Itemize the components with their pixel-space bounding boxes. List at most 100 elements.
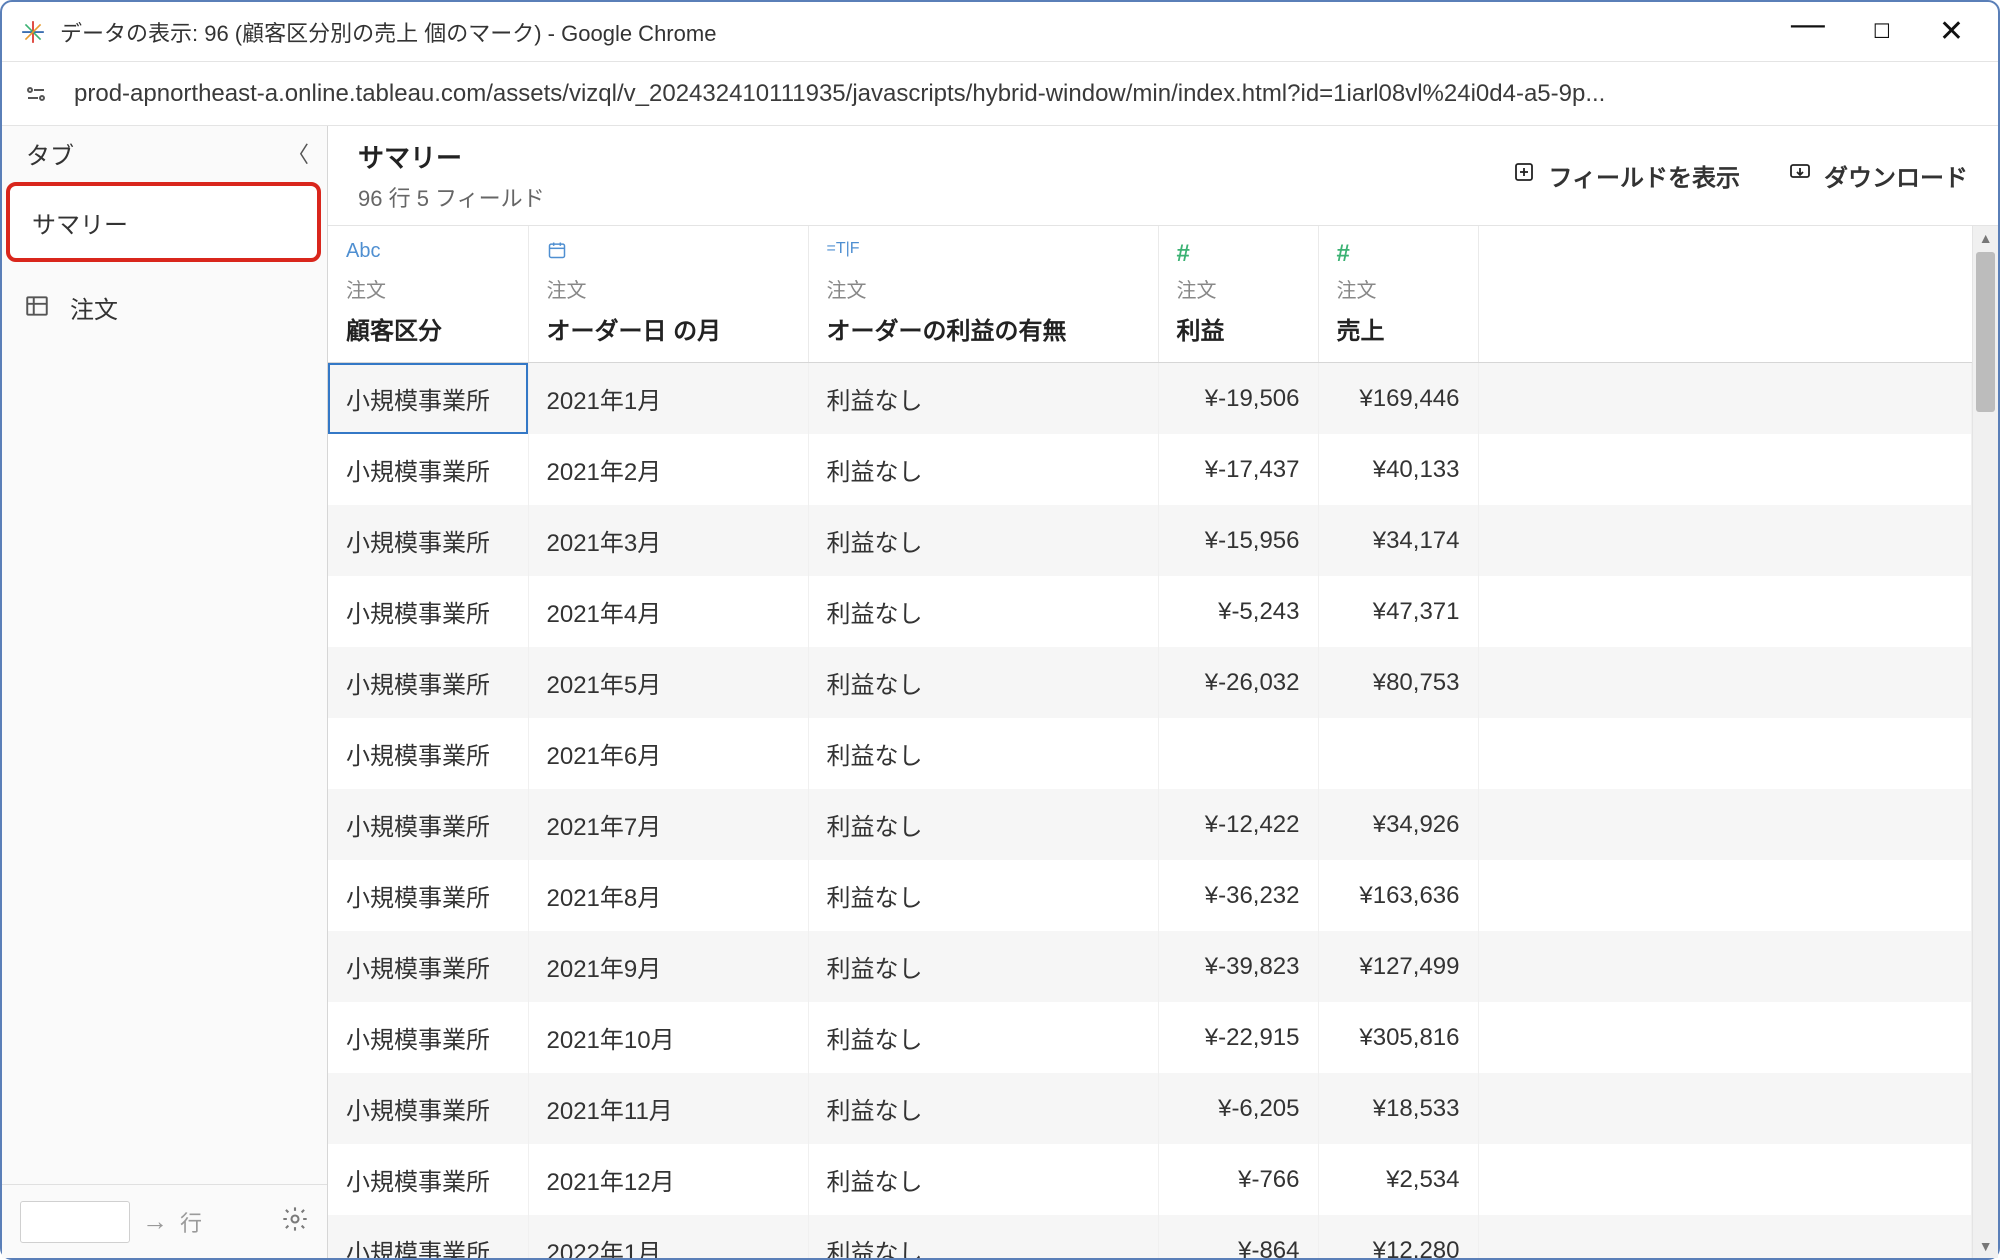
table-cell[interactable]: ¥-17,437 — [1158, 434, 1318, 505]
address-bar[interactable]: prod-apnortheast-a.online.tableau.com/as… — [2, 62, 1998, 126]
table-cell[interactable]: ¥169,446 — [1318, 363, 1478, 435]
table-cell[interactable]: ¥2,534 — [1318, 1144, 1478, 1215]
table-cell[interactable]: 利益なし — [808, 1002, 1158, 1073]
table-cell[interactable]: 小規模事業所 — [328, 1215, 528, 1258]
table-cell[interactable]: 小規模事業所 — [328, 434, 528, 505]
settings-icon[interactable] — [281, 1205, 309, 1238]
table-cell[interactable]: 小規模事業所 — [328, 789, 528, 860]
table-cell[interactable]: 小規模事業所 — [328, 363, 528, 435]
table-row[interactable]: 小規模事業所2021年8月利益なし¥-36,232¥163,636 — [328, 860, 1972, 931]
table-cell[interactable]: ¥163,636 — [1318, 860, 1478, 931]
table-cell[interactable]: ¥-15,956 — [1158, 505, 1318, 576]
table-cell[interactable]: 2021年6月 — [528, 718, 808, 789]
table-cell[interactable]: 小規模事業所 — [328, 1144, 528, 1215]
site-settings-icon[interactable] — [22, 80, 50, 108]
table-cell[interactable]: 小規模事業所 — [328, 1073, 528, 1144]
table-cell[interactable]: 利益なし — [808, 1073, 1158, 1144]
table-cell[interactable]: 2021年1月 — [528, 363, 808, 435]
table-cell[interactable]: 小規模事業所 — [328, 647, 528, 718]
table-cell[interactable]: 利益なし — [808, 363, 1158, 435]
minimize-button[interactable]: — — [1791, 7, 1825, 41]
table-row[interactable]: 小規模事業所2021年1月利益なし¥-19,506¥169,446 — [328, 363, 1972, 435]
table-row[interactable]: 小規模事業所2021年9月利益なし¥-39,823¥127,499 — [328, 931, 1972, 1002]
table-row[interactable]: 小規模事業所2021年2月利益なし¥-17,437¥40,133 — [328, 434, 1972, 505]
table-row[interactable]: 小規模事業所2021年4月利益なし¥-5,243¥47,371 — [328, 576, 1972, 647]
table-cell[interactable]: 2021年10月 — [528, 1002, 808, 1073]
table-cell[interactable]: 2021年3月 — [528, 505, 808, 576]
table-cell[interactable]: 2021年8月 — [528, 860, 808, 931]
table-row[interactable]: 小規模事業所2021年11月利益なし¥-6,205¥18,533 — [328, 1073, 1972, 1144]
table-cell[interactable] — [1318, 718, 1478, 789]
table-cell[interactable]: ¥-864 — [1158, 1215, 1318, 1258]
table-cell[interactable]: ¥-12,422 — [1158, 789, 1318, 860]
table-row[interactable]: 小規模事業所2021年5月利益なし¥-26,032¥80,753 — [328, 647, 1972, 718]
table-cell[interactable]: 利益なし — [808, 434, 1158, 505]
scrollbar-thumb[interactable] — [1976, 252, 1995, 412]
table-cell[interactable]: 2021年7月 — [528, 789, 808, 860]
collapse-sidebar-icon[interactable]: 〈 — [287, 137, 309, 169]
row-number-input[interactable] — [20, 1201, 130, 1243]
table-cell[interactable]: ¥47,371 — [1318, 576, 1478, 647]
table-cell[interactable]: 利益なし — [808, 718, 1158, 789]
table-cell[interactable]: ¥-22,915 — [1158, 1002, 1318, 1073]
table-cell[interactable]: ¥-26,032 — [1158, 647, 1318, 718]
table-cell[interactable]: 利益なし — [808, 1215, 1158, 1258]
table-cell[interactable]: ¥34,174 — [1318, 505, 1478, 576]
table-row[interactable]: 小規模事業所2021年12月利益なし¥-766¥2,534 — [328, 1144, 1972, 1215]
table-cell[interactable]: 利益なし — [808, 789, 1158, 860]
goto-row-icon[interactable]: → — [142, 1206, 168, 1237]
table-row[interactable]: 小規模事業所2021年10月利益なし¥-22,915¥305,816 — [328, 1002, 1972, 1073]
sidebar-tab-orders[interactable]: 注文 — [2, 266, 327, 348]
table-cell[interactable]: 2021年11月 — [528, 1073, 808, 1144]
table-cell[interactable]: 利益なし — [808, 647, 1158, 718]
table-cell[interactable]: 小規模事業所 — [328, 505, 528, 576]
download-button[interactable]: ダウンロード — [1788, 158, 1968, 193]
column-header[interactable]: #注文利益 — [1158, 226, 1318, 363]
show-fields-button[interactable]: フィールドを表示 — [1512, 158, 1740, 193]
table-cell[interactable] — [1158, 718, 1318, 789]
table-cell[interactable]: 小規模事業所 — [328, 576, 528, 647]
column-header[interactable]: =T|F注文オーダーの利益の有無 — [808, 226, 1158, 363]
column-header[interactable]: 注文オーダー日 の月 — [528, 226, 808, 363]
table-cell[interactable]: ¥18,533 — [1318, 1073, 1478, 1144]
table-cell[interactable]: ¥-5,243 — [1158, 576, 1318, 647]
table-cell[interactable]: 2021年5月 — [528, 647, 808, 718]
table-cell[interactable]: 利益なし — [808, 505, 1158, 576]
table-cell[interactable]: 小規模事業所 — [328, 931, 528, 1002]
table-cell[interactable]: 2021年9月 — [528, 931, 808, 1002]
scroll-up-icon[interactable]: ▲ — [1973, 226, 1998, 250]
table-cell[interactable]: ¥-19,506 — [1158, 363, 1318, 435]
table-cell[interactable]: 2021年2月 — [528, 434, 808, 505]
table-cell[interactable]: ¥12,280 — [1318, 1215, 1478, 1258]
table-cell[interactable]: ¥-6,205 — [1158, 1073, 1318, 1144]
table-cell[interactable]: ¥-39,823 — [1158, 931, 1318, 1002]
table-cell[interactable]: ¥80,753 — [1318, 647, 1478, 718]
column-header[interactable]: #注文売上 — [1318, 226, 1478, 363]
table-cell[interactable]: ¥-36,232 — [1158, 860, 1318, 931]
table-cell[interactable]: 2021年4月 — [528, 576, 808, 647]
table-cell[interactable]: 利益なし — [808, 576, 1158, 647]
table-row[interactable]: 小規模事業所2021年3月利益なし¥-15,956¥34,174 — [328, 505, 1972, 576]
table-cell[interactable]: ¥40,133 — [1318, 434, 1478, 505]
table-cell[interactable]: 小規模事業所 — [328, 1002, 528, 1073]
maximize-button[interactable]: ☐ — [1873, 22, 1891, 42]
table-cell[interactable]: 利益なし — [808, 931, 1158, 1002]
table-row[interactable]: 小規模事業所2022年1月利益なし¥-864¥12,280 — [328, 1215, 1972, 1258]
vertical-scrollbar[interactable]: ▲ ▼ — [1972, 226, 1998, 1258]
table-row[interactable]: 小規模事業所2021年6月利益なし — [328, 718, 1972, 789]
table-cell[interactable]: ¥127,499 — [1318, 931, 1478, 1002]
table-cell[interactable]: ¥305,816 — [1318, 1002, 1478, 1073]
close-button[interactable]: ✕ — [1939, 17, 1964, 47]
table-cell[interactable]: 利益なし — [808, 1144, 1158, 1215]
table-cell[interactable]: 小規模事業所 — [328, 718, 528, 789]
column-header[interactable]: Abc注文顧客区分 — [328, 226, 528, 363]
table-row[interactable]: 小規模事業所2021年7月利益なし¥-12,422¥34,926 — [328, 789, 1972, 860]
table-cell[interactable]: 2021年12月 — [528, 1144, 808, 1215]
table-cell[interactable]: ¥34,926 — [1318, 789, 1478, 860]
table-cell[interactable]: 小規模事業所 — [328, 860, 528, 931]
table-cell[interactable]: ¥-766 — [1158, 1144, 1318, 1215]
scroll-down-icon[interactable]: ▼ — [1973, 1234, 1998, 1258]
table-cell[interactable]: 2022年1月 — [528, 1215, 808, 1258]
table-cell[interactable]: 利益なし — [808, 860, 1158, 931]
sidebar-tab-summary[interactable]: サマリー — [6, 182, 321, 262]
